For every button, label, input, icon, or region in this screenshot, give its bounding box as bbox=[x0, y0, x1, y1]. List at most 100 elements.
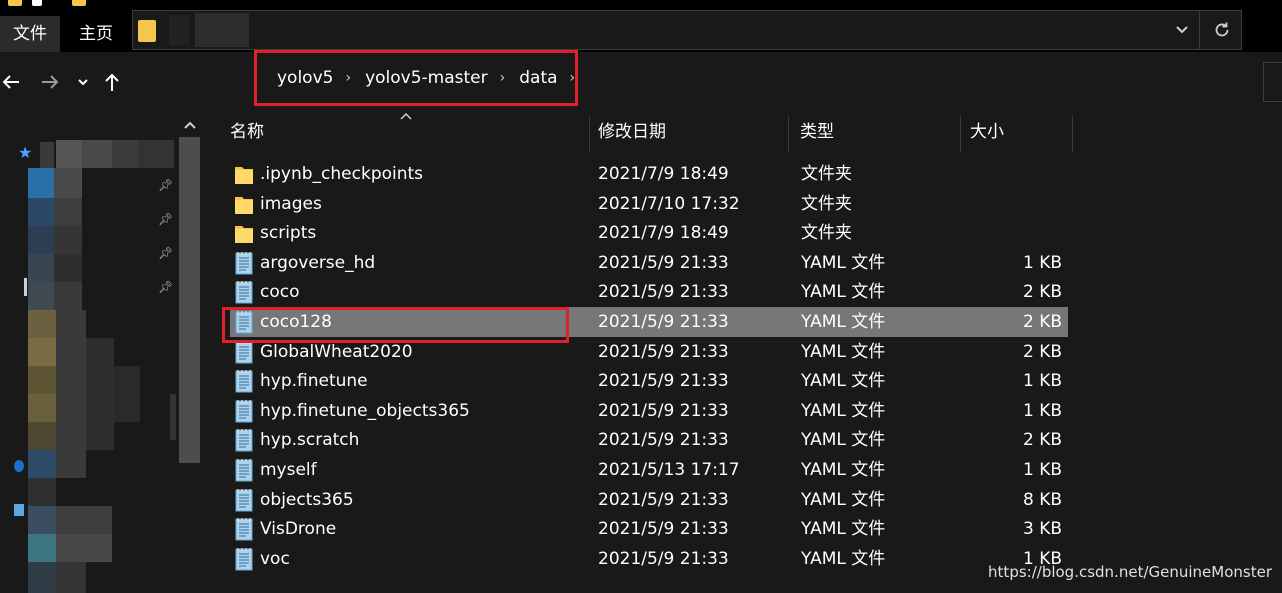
blurred-item-icon bbox=[28, 506, 56, 534]
file-row[interactable]: voc 2021/5/9 21:33 YAML 文件 1 KB bbox=[230, 544, 1068, 574]
blurred-label bbox=[56, 140, 82, 168]
file-row[interactable]: hyp.scratch 2021/5/9 21:33 YAML 文件 2 KB bbox=[230, 425, 1068, 455]
blurred-item-icon bbox=[28, 226, 54, 254]
search-input[interactable] bbox=[1263, 62, 1282, 102]
up-button[interactable] bbox=[100, 62, 124, 102]
column-header-size[interactable]: 大小 bbox=[970, 112, 1070, 152]
column-divider[interactable] bbox=[1072, 116, 1073, 152]
breadcrumb-separator[interactable]: › bbox=[500, 70, 506, 86]
file-row[interactable]: VisDrone 2021/5/9 21:33 YAML 文件 3 KB bbox=[230, 514, 1068, 544]
file-name: scripts bbox=[260, 223, 317, 244]
pin-icon[interactable]: 📌︎ bbox=[158, 246, 173, 260]
blurred-label bbox=[56, 506, 112, 534]
forward-button[interactable] bbox=[36, 62, 64, 102]
file-modified-date: 2021/5/9 21:33 bbox=[598, 400, 729, 421]
file-name: VisDrone bbox=[260, 519, 337, 540]
annotation-highlight-box bbox=[222, 307, 569, 343]
file-row[interactable]: hyp.finetune_objects365 2021/5/9 21:33 YAM… bbox=[230, 396, 1068, 426]
file-row[interactable]: images 2021/7/10 17:32 文件夹 bbox=[230, 189, 1068, 219]
file-type: YAML 文件 bbox=[801, 282, 886, 303]
file-size bbox=[972, 159, 1062, 189]
file-type: 文件夹 bbox=[801, 193, 852, 214]
file-row[interactable]: hyp.finetune 2021/5/9 21:33 YAML 文件 1 KB bbox=[230, 366, 1068, 396]
file-row[interactable]: myself 2021/5/13 17:17 YAML 文件 1 KB bbox=[230, 455, 1068, 485]
column-header-modified[interactable]: 修改日期 bbox=[598, 112, 788, 152]
column-header-type[interactable]: 类型 bbox=[800, 112, 960, 152]
file-row[interactable]: coco 2021/5/9 21:33 YAML 文件 2 KB bbox=[230, 277, 1068, 307]
recent-locations-button[interactable] bbox=[74, 62, 92, 102]
blurred-label bbox=[56, 310, 86, 450]
column-divider[interactable] bbox=[788, 116, 789, 152]
tab-home[interactable]: 主页 bbox=[66, 16, 126, 52]
yaml-file-icon bbox=[234, 280, 254, 304]
file-modified-date: 2021/5/9 21:33 bbox=[598, 371, 729, 392]
quick-access-icon bbox=[32, 0, 42, 6]
blurred-item-icon bbox=[28, 198, 54, 226]
file-size: 2 KB bbox=[1022, 282, 1062, 303]
column-divider[interactable] bbox=[960, 116, 961, 152]
column-header-name[interactable]: 名称 bbox=[230, 112, 590, 152]
tab-file[interactable]: 文件 bbox=[0, 16, 60, 52]
file-type: YAML 文件 bbox=[801, 341, 886, 362]
scroll-up-icon[interactable] bbox=[184, 120, 196, 130]
refresh-button[interactable] bbox=[1207, 11, 1237, 49]
address-bar[interactable] bbox=[132, 10, 1242, 50]
pin-icon[interactable]: 📌︎ bbox=[158, 178, 173, 192]
blurred-label bbox=[40, 142, 54, 168]
divider bbox=[1199, 11, 1200, 49]
onedrive-icon bbox=[14, 460, 24, 472]
scrollbar-thumb[interactable] bbox=[179, 137, 200, 463]
file-list: 名称 修改日期 类型 大小 .ipynb_checkpoints 2021/7/9… bbox=[210, 112, 1282, 593]
file-name: myself bbox=[260, 460, 317, 480]
blurred-label bbox=[54, 168, 82, 198]
blurred-label bbox=[56, 562, 86, 593]
pin-icon[interactable]: 📌︎ bbox=[158, 280, 173, 294]
file-name: images bbox=[260, 193, 322, 214]
file-row[interactable]: .ipynb_checkpoints 2021/7/9 18:49 文件夹 bbox=[230, 159, 1068, 189]
chevron-down-icon bbox=[78, 79, 88, 86]
file-size: 1 KB bbox=[1022, 400, 1062, 421]
star-icon: ★ bbox=[18, 143, 33, 162]
breadcrumb-item-yolov5[interactable]: yolov5 bbox=[277, 68, 333, 88]
column-divider[interactable] bbox=[589, 116, 590, 152]
breadcrumb-item-data[interactable]: data bbox=[519, 68, 557, 88]
blurred-item-icon bbox=[28, 168, 54, 198]
file-size: 2 KB bbox=[1022, 312, 1062, 332]
file-type: 文件夹 bbox=[801, 164, 852, 184]
chevron-down-icon bbox=[1176, 26, 1188, 34]
file-name: hyp.finetune_objects365 bbox=[260, 400, 470, 421]
yaml-file-icon bbox=[234, 251, 254, 275]
file-row[interactable]: argoverse_hd 2021/5/9 21:33 YAML 文件 1 KB bbox=[230, 248, 1068, 278]
yaml-file-icon bbox=[234, 547, 254, 571]
file-type: YAML 文件 bbox=[801, 548, 886, 569]
file-modified-date: 2021/5/9 21:33 bbox=[598, 312, 729, 332]
blurred-label bbox=[112, 140, 138, 168]
file-size: 8 KB bbox=[1022, 489, 1062, 510]
file-size: 1 KB bbox=[1022, 371, 1062, 392]
file-modified-date: 2021/5/9 21:33 bbox=[598, 341, 729, 362]
blurred-item-icon bbox=[28, 282, 54, 310]
pin-icon[interactable]: 📌︎ bbox=[158, 212, 173, 226]
file-row[interactable]: scripts 2021/7/9 18:49 文件夹 bbox=[230, 218, 1068, 248]
blurred-label bbox=[56, 534, 112, 562]
file-size: 1 KB bbox=[1022, 252, 1062, 273]
address-dropdown-button[interactable] bbox=[1169, 11, 1195, 49]
breadcrumb-separator[interactable]: › bbox=[570, 70, 576, 86]
blurred-item-icon bbox=[28, 366, 56, 394]
breadcrumb-separator[interactable]: › bbox=[345, 70, 351, 86]
file-type: YAML 文件 bbox=[801, 519, 886, 540]
file-row[interactable]: objects365 2021/5/9 21:33 YAML 文件 8 KB bbox=[230, 485, 1068, 515]
watermark: https://blog.csdn.net/GenuineMonster bbox=[988, 563, 1272, 581]
splitter[interactable] bbox=[170, 394, 176, 440]
breadcrumb-item-yolov5-master[interactable]: yolov5-master bbox=[365, 68, 488, 88]
blurred-item-icon bbox=[28, 422, 56, 450]
file-modified-date: 2021/5/9 21:33 bbox=[598, 430, 729, 451]
blurred-label bbox=[86, 338, 114, 450]
file-name: hyp.finetune bbox=[260, 371, 368, 392]
blurred-label bbox=[82, 140, 112, 168]
file-name: voc bbox=[260, 548, 290, 569]
arrow-left-icon bbox=[2, 75, 19, 89]
back-button[interactable] bbox=[0, 62, 22, 102]
blurred-label bbox=[56, 450, 86, 478]
file-type: YAML 文件 bbox=[801, 371, 886, 392]
